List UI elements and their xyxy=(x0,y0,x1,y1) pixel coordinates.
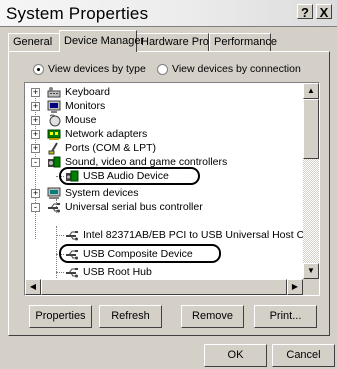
tree-label: System devices xyxy=(65,187,139,199)
expand-ports-icon[interactable]: + xyxy=(31,144,40,153)
expand-network-icon[interactable]: + xyxy=(31,130,40,139)
mouse-icon xyxy=(49,114,61,127)
tree-label: Keyboard xyxy=(65,86,110,98)
help-button[interactable]: ? xyxy=(297,4,313,20)
horizontal-scroll-thumb[interactable] xyxy=(41,279,287,295)
collapse-sound-icon[interactable]: - xyxy=(31,158,40,167)
properties-button[interactable]: Properties xyxy=(29,305,92,328)
view-by-type-radio[interactable] xyxy=(33,64,44,75)
expand-mouse-icon[interactable]: + xyxy=(31,116,40,125)
usb-audio-highlight xyxy=(59,167,200,185)
view-by-type-label[interactable]: View devices by type xyxy=(48,63,146,75)
scroll-right-icon[interactable]: ▶ xyxy=(287,279,303,295)
sound-icon xyxy=(48,156,61,168)
close-button[interactable]: X xyxy=(316,4,332,20)
scroll-corner xyxy=(303,279,319,295)
title-bar[interactable]: System Properties ? X xyxy=(0,0,337,27)
vertical-scroll-thumb[interactable] xyxy=(303,99,319,159)
ok-button[interactable]: OK xyxy=(204,344,267,367)
tab-device-manager[interactable]: Device Manager xyxy=(59,30,144,52)
window-title: System Properties xyxy=(6,4,149,23)
usb-icon xyxy=(48,203,60,213)
scroll-left-icon[interactable]: ◀ xyxy=(25,279,41,295)
computer-icon xyxy=(47,187,61,199)
tab-performance[interactable]: Performance xyxy=(209,33,277,51)
tree-label: USB Root Hub xyxy=(83,266,152,278)
cancel-button[interactable]: Cancel xyxy=(272,344,335,367)
scroll-up-icon[interactable]: ▲ xyxy=(303,83,319,99)
tab-general[interactable]: General xyxy=(8,33,60,51)
tree-label: Mouse xyxy=(65,114,97,126)
usb-icon xyxy=(66,268,78,278)
usb-icon xyxy=(66,231,78,241)
keyboard-icon xyxy=(47,87,61,98)
expand-system-icon[interactable]: + xyxy=(31,189,40,198)
view-by-connection-radio[interactable] xyxy=(157,64,168,75)
network-adapter-icon xyxy=(47,129,61,140)
expand-monitors-icon[interactable]: + xyxy=(31,102,40,111)
device-tree[interactable]: + Keyboard + Monitors + Mouse + Network … xyxy=(24,82,320,296)
remove-button[interactable]: Remove xyxy=(181,305,244,328)
tree-label: Intel 82371AB/EB PCI to USB Universal Ho… xyxy=(83,229,320,241)
monitor-icon xyxy=(47,100,61,113)
port-icon xyxy=(48,142,58,155)
usb-composite-highlight xyxy=(59,244,221,263)
scroll-down-icon[interactable]: ▼ xyxy=(303,263,319,279)
refresh-button[interactable]: Refresh xyxy=(99,305,162,328)
print-button[interactable]: Print... xyxy=(254,305,317,328)
collapse-usb-icon[interactable]: - xyxy=(31,203,40,212)
tree-label: Ports (COM & LPT) xyxy=(65,142,157,154)
tab-hardware-profiles[interactable]: Hardware Profiles xyxy=(136,33,228,51)
expand-keyboard-icon[interactable]: + xyxy=(31,88,40,97)
tree-label: Universal serial bus controller xyxy=(65,201,203,213)
view-by-connection-label[interactable]: View devices by connection xyxy=(172,63,301,75)
tree-label: Network adapters xyxy=(65,128,148,140)
tree-label: Monitors xyxy=(65,100,106,112)
